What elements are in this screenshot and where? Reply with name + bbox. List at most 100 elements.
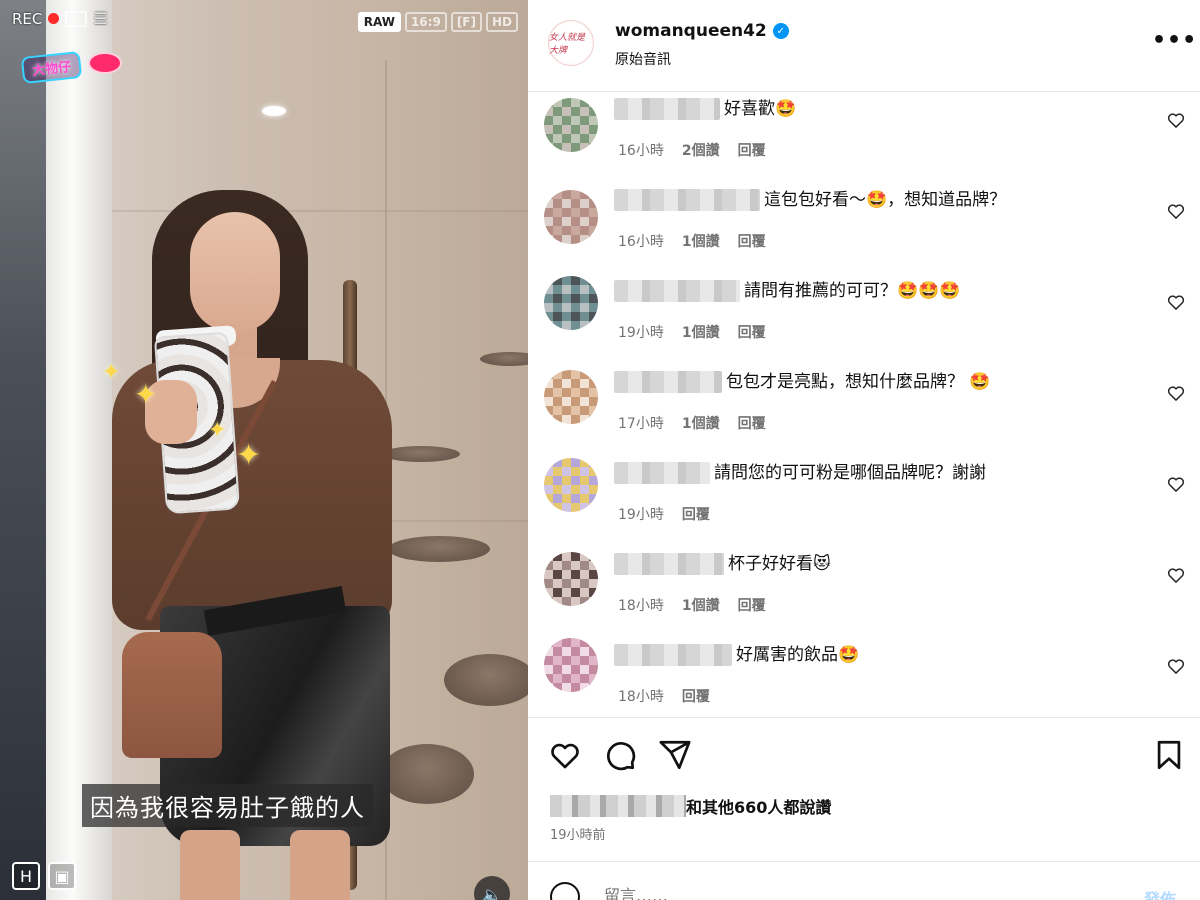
comment-meta: 19小時 1個讚 回覆 [618, 322, 766, 342]
commenter-name-blurred[interactable] [614, 189, 760, 211]
comment-bubble-icon[interactable] [603, 738, 637, 772]
comment-text: 好喜歡🤩 [724, 99, 797, 119]
comment-text: 好厲害的飲品🤩 [736, 645, 860, 665]
comment-text: 請問有推薦的可可？🤩🤩🤩 [744, 281, 961, 301]
app-root: ✦ ✦ ✦ ✦ REC ☰ 大物仔 RAW 16:9 [F] HD 因為我很容易… [0, 0, 1200, 900]
video-subtitle: 因為我很容易肚子餓的人 [82, 784, 373, 827]
comment-item: 包包才是亮點，想知什麼品牌？ 🤩 17小時 1個讚 回覆 [528, 370, 1200, 451]
comment-text: 杯子好好看😻 [728, 554, 831, 574]
video-handbag [122, 632, 222, 758]
commenter-name-blurred[interactable] [614, 98, 720, 120]
comment-text: 請問您的可可粉是哪個品牌呢？謝謝 [714, 463, 986, 483]
record-dot-icon [48, 13, 60, 24]
commenter-avatar-blurred[interactable] [544, 370, 598, 424]
comment-reply-button[interactable]: 回覆 [738, 595, 766, 615]
post-side-panel: 女人就是大牌 womanqueen42 ✓ 原始音訊 ••• 好喜歡🤩 16小時 2… [528, 0, 1200, 900]
commenter-name-blurred[interactable] [614, 280, 740, 302]
reel-video-player[interactable]: ✦ ✦ ✦ ✦ REC ☰ 大物仔 RAW 16:9 [F] HD 因為我很容易… [0, 0, 528, 900]
post-comment-button[interactable]: 發佈 [1144, 886, 1176, 900]
comment-like-count[interactable]: 1個讚 [682, 322, 720, 342]
comment-time[interactable]: 17小時 [618, 413, 664, 433]
comment-like-heart-icon[interactable] [1166, 656, 1186, 676]
commenter-avatar-blurred[interactable] [544, 552, 598, 606]
save-bookmark-icon[interactable] [1152, 738, 1186, 772]
comment-like-count[interactable]: 1個讚 [682, 413, 720, 433]
commenter-avatar-blurred[interactable] [544, 638, 598, 692]
comment-like-heart-icon[interactable] [1166, 292, 1186, 312]
recording-indicator: REC ☰ [12, 9, 108, 28]
comment-like-count[interactable]: 1個讚 [682, 595, 720, 615]
comment-like-heart-icon[interactable] [1166, 383, 1186, 403]
share-send-icon[interactable] [658, 738, 692, 772]
camera-mode-icon: ▣ [48, 862, 76, 890]
post-header: 女人就是大牌 womanqueen42 ✓ 原始音訊 ••• [528, 0, 1200, 92]
comment-item: 請問有推薦的可可？🤩🤩🤩 19小時 1個讚 回覆 [528, 276, 1200, 360]
comment-like-count[interactable]: 1個讚 [682, 231, 720, 251]
video-person-leg [180, 830, 240, 900]
comment-time[interactable]: 16小時 [618, 231, 664, 251]
author-avatar-text: 女人就是大牌 [549, 33, 586, 56]
comment-like-heart-icon[interactable] [1166, 110, 1186, 130]
author-avatar[interactable]: 女人就是大牌 [548, 20, 594, 66]
camera-tag-ratio: 16:9 [404, 12, 447, 32]
original-audio-link[interactable]: 原始音訊 [615, 49, 671, 69]
comment-time[interactable]: 19小時 [618, 322, 664, 342]
comment-reply-button[interactable]: 回覆 [738, 413, 766, 433]
post-timestamp[interactable]: 19小時前 [550, 824, 606, 843]
comment-item: 好喜歡🤩 16小時 2個讚 回覆 [528, 98, 1200, 178]
comment-reply-button[interactable]: 回覆 [738, 231, 766, 251]
comment-meta: 16小時 1個讚 回覆 [618, 231, 766, 251]
commenter-avatar-blurred[interactable] [544, 458, 598, 512]
rec-label: REC [12, 9, 43, 28]
video-person-leg [290, 830, 350, 900]
commenter-name-blurred[interactable] [614, 553, 724, 575]
comment-time[interactable]: 16小時 [618, 140, 664, 160]
commenter-avatar-blurred[interactable] [544, 98, 598, 152]
comment-like-heart-icon[interactable] [1166, 474, 1186, 494]
comment-time[interactable]: 19小時 [618, 504, 664, 524]
likes-summary[interactable]: 和其他660人都說讚 [550, 794, 831, 818]
comment-meta: 17小時 1個讚 回覆 [618, 413, 766, 433]
video-person-face [190, 212, 280, 332]
comment-reply-button[interactable]: 回覆 [682, 504, 710, 524]
camera-tag-raw: RAW [357, 12, 401, 32]
comment-like-count[interactable]: 2個讚 [682, 140, 720, 160]
lips-icon [88, 52, 122, 74]
comment-reply-button[interactable]: 回覆 [682, 686, 710, 706]
comment-input[interactable] [604, 886, 1004, 900]
commenter-name-blurred[interactable] [614, 371, 722, 393]
sparkle-icon: ✦ [208, 418, 227, 443]
comment-reply-button[interactable]: 回覆 [738, 322, 766, 342]
commenter-name-blurred[interactable] [614, 644, 732, 666]
verified-badge-icon: ✓ [772, 23, 789, 39]
comment-meta: 18小時 1個讚 回覆 [618, 595, 766, 615]
comment-like-heart-icon[interactable] [1166, 201, 1186, 221]
commenter-avatar-blurred[interactable] [544, 276, 598, 330]
comment-list[interactable]: 好喜歡🤩 16小時 2個讚 回覆 這包包好看～🤩，想知道品牌？ 16小時 1個讚 回覆 請問有推… [528, 92, 1200, 717]
comment-time[interactable]: 18小時 [618, 595, 664, 615]
sparkle-icon: ✦ [102, 360, 121, 385]
comment-item: 杯子好好看😻 18小時 1個讚 回覆 [528, 552, 1200, 633]
commenter-name-blurred[interactable] [614, 462, 710, 484]
emoji-smiley-icon[interactable] [550, 882, 580, 900]
like-heart-icon[interactable] [548, 738, 582, 772]
menu-lines-icon: ☰ [93, 9, 108, 28]
more-options-icon[interactable]: ••• [1152, 28, 1197, 53]
likes-count-text: 和其他660人都說讚 [686, 798, 832, 817]
frame-icon [65, 10, 88, 27]
comment-meta: 16小時 2個讚 回覆 [618, 140, 766, 160]
sparkle-icon: ✦ [236, 438, 262, 473]
comment-like-heart-icon[interactable] [1166, 565, 1186, 585]
speaker-icon: 🔈 [482, 884, 502, 900]
video-sticker-text: 大物仔 [31, 59, 72, 79]
mute-button[interactable]: 🔈 [474, 876, 510, 900]
comment-item: 請問您的可可粉是哪個品牌呢？謝謝 19小時 回覆 [528, 458, 1200, 542]
video-bottom-icons: H ▣ [12, 862, 76, 890]
author-username[interactable]: womanqueen42 [615, 21, 767, 41]
commenter-avatar-blurred[interactable] [544, 190, 598, 244]
comment-composer: 發佈 [528, 861, 1200, 900]
video-bg-shelf [380, 744, 474, 804]
post-actions: 和其他660人都說讚 19小時前 發佈 [528, 717, 1200, 900]
comment-reply-button[interactable]: 回覆 [738, 140, 766, 160]
comment-time[interactable]: 18小時 [618, 686, 664, 706]
